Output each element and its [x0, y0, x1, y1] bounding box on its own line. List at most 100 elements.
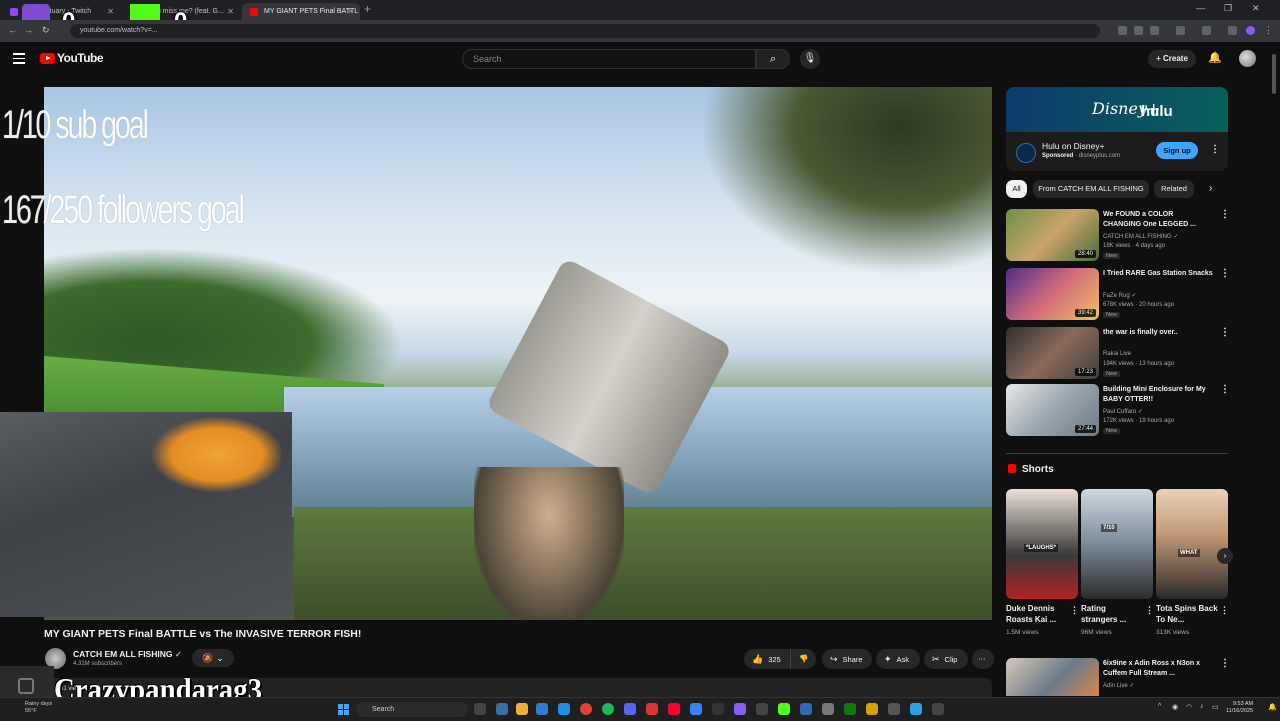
more-vert-icon[interactable]: ⋮: [1220, 268, 1230, 279]
app-icon[interactable]: [712, 703, 724, 715]
reload-icon[interactable]: ↻: [42, 25, 50, 36]
page-scrollbar[interactable]: [1270, 44, 1278, 694]
video-thumbnail[interactable]: 28:40: [1006, 209, 1099, 261]
ad-banner[interactable]: Disney+ hulu: [1006, 87, 1228, 132]
rec-title[interactable]: Building Mini Enclosure for My BABY OTTE…: [1103, 385, 1213, 405]
windows-start-icon[interactable]: [338, 704, 349, 715]
short-item[interactable]: *LAUGHS* Duke Dennis Roasts Kai ... 1.5M…: [1006, 489, 1079, 636]
recommendation-item[interactable]: 28:40 We FOUND a COLOR CHANGING One LEGG…: [1006, 209, 1230, 263]
chip-all[interactable]: All: [1006, 180, 1027, 198]
forward-icon[interactable]: →: [24, 25, 33, 35]
app-icon[interactable]: [932, 703, 944, 715]
sign-up-button[interactable]: Sign up: [1156, 142, 1198, 159]
app-icon[interactable]: [910, 703, 922, 715]
chevron-right-icon[interactable]: ›: [1209, 183, 1212, 194]
side-panel-icon[interactable]: [1202, 26, 1211, 35]
app-icon[interactable]: [888, 703, 900, 715]
rec-channel[interactable]: Rakai Live: [1103, 351, 1131, 357]
app-icon[interactable]: [800, 703, 812, 715]
more-actions-button[interactable]: ⋯: [972, 649, 994, 669]
hamburger-menu-icon[interactable]: [13, 53, 25, 64]
twitch-taskbar-icon[interactable]: [734, 703, 746, 715]
minimize-icon[interactable]: —: [1196, 3, 1205, 13]
xbox-icon[interactable]: [844, 703, 856, 715]
url-field[interactable]: youtube.com/watch?v=...: [70, 24, 1100, 38]
recommendation-item[interactable]: 6ix9ine x Adin Ross x N3on x Cuffem Full…: [1006, 658, 1228, 696]
back-icon[interactable]: ←: [8, 25, 17, 35]
microphone-icon[interactable]: 🎙: [800, 49, 820, 69]
weather-widget[interactable]: Rainy days 55°F: [25, 701, 52, 715]
more-vert-icon[interactable]: ⋮: [1220, 327, 1230, 338]
app-icon[interactable]: [646, 703, 658, 715]
app-icon[interactable]: [822, 703, 834, 715]
more-vert-icon[interactable]: ⋮: [1220, 384, 1230, 395]
search-input[interactable]: Search: [462, 49, 756, 69]
short-thumbnail[interactable]: WHAT: [1156, 489, 1228, 599]
tray-app-icon[interactable]: ◉: [1172, 703, 1178, 711]
discord-icon[interactable]: [624, 703, 636, 715]
more-vert-icon[interactable]: ⋮: [1210, 144, 1220, 155]
file-explorer-icon[interactable]: [516, 703, 528, 715]
rec-channel[interactable]: FaZe Rug ✓: [1103, 292, 1136, 299]
chip-from-channel[interactable]: From CATCH EM ALL FISHING: [1033, 180, 1149, 198]
short-title[interactable]: Rating strangers ...: [1081, 603, 1143, 625]
tiktok-icon[interactable]: [668, 703, 680, 715]
dislike-button[interactable]: 👎: [790, 649, 816, 669]
rec-channel[interactable]: CATCH EM ALL FISHING ✓: [1103, 233, 1178, 240]
taskbar-clock[interactable]: 9:53 AM 11/16/2025: [1226, 701, 1253, 715]
more-vert-icon[interactable]: ⋮: [1220, 658, 1228, 669]
maximize-icon[interactable]: ❐: [1224, 3, 1232, 14]
short-thumbnail[interactable]: *LAUGHS*: [1006, 489, 1078, 599]
browser-tab-active[interactable]: MY GIANT PETS Final BATTL ✕: [242, 3, 360, 20]
kick-taskbar-icon[interactable]: [778, 703, 790, 715]
menu-kebab-icon[interactable]: ⋮: [1264, 25, 1273, 36]
avatar[interactable]: [1239, 50, 1256, 67]
video-thumbnail[interactable]: 27:44: [1006, 384, 1099, 436]
close-icon[interactable]: ✕: [347, 3, 354, 20]
like-button[interactable]: 👍 325: [744, 649, 790, 669]
volume-icon[interactable]: ♪: [1200, 703, 1204, 710]
zoom-icon[interactable]: [1134, 26, 1143, 35]
search-icon[interactable]: ⌕: [756, 49, 790, 69]
chip-related[interactable]: Related: [1154, 180, 1194, 198]
recommendation-item[interactable]: 17:23 the war is finally over.. Rakai Li…: [1006, 327, 1230, 381]
spotify-icon[interactable]: [602, 703, 614, 715]
rec-title[interactable]: 6ix9ine x Adin Ross x N3on x Cuffem Full…: [1103, 659, 1213, 679]
channel-name[interactable]: CATCH EM ALL FISHING ✓: [73, 649, 182, 660]
video-thumbnail[interactable]: [1006, 658, 1099, 696]
profile-icon[interactable]: [1246, 26, 1255, 35]
more-vert-icon[interactable]: ⋮: [1220, 605, 1229, 616]
short-item[interactable]: WHAT Tota Spins Back To Ne... 313K views…: [1156, 489, 1229, 636]
chevron-up-icon[interactable]: ^: [1158, 703, 1161, 710]
short-item[interactable]: 7/10 Rating strangers ... 96M views ⋮: [1081, 489, 1154, 636]
more-vert-icon[interactable]: ⋮: [1220, 209, 1230, 220]
edge-icon[interactable]: [558, 703, 570, 715]
plus-icon[interactable]: +: [364, 2, 371, 16]
extensions-puzzle-icon[interactable]: [1176, 26, 1185, 35]
taskbar-search[interactable]: Search: [356, 702, 468, 717]
rec-title[interactable]: the war is finally over..: [1103, 328, 1213, 338]
chevron-right-icon[interactable]: ›: [1217, 548, 1233, 564]
notifications-bell-icon[interactable]: 🔔: [1208, 51, 1222, 64]
battery-icon[interactable]: ▭: [1212, 703, 1219, 711]
recommendation-item[interactable]: 39:42 I Tried RARE Gas Station Snacks Fa…: [1006, 268, 1230, 322]
chrome-icon[interactable]: [580, 703, 592, 715]
close-window-icon[interactable]: ✕: [1252, 3, 1260, 14]
short-thumbnail[interactable]: 7/10: [1081, 489, 1153, 599]
rec-channel[interactable]: Paul Cuffaro ✓: [1103, 408, 1143, 415]
app-icon[interactable]: [496, 703, 508, 715]
notification-bell-icon[interactable]: 🔔: [1268, 703, 1277, 711]
clip-button[interactable]: ✂ Clip: [924, 649, 968, 669]
app-icon[interactable]: [756, 703, 768, 715]
store-icon[interactable]: [536, 703, 548, 715]
ask-button[interactable]: ✦ Ask: [876, 649, 920, 669]
bookmark-star-icon[interactable]: [1150, 26, 1159, 35]
rec-title[interactable]: We FOUND a COLOR CHANGING One LEGGED ...: [1103, 210, 1213, 230]
close-icon[interactable]: ✕: [227, 3, 234, 20]
task-view-icon[interactable]: [474, 703, 486, 715]
short-title[interactable]: Tota Spins Back To Ne...: [1156, 603, 1218, 625]
create-button[interactable]: + Create: [1148, 50, 1196, 68]
close-icon[interactable]: ✕: [107, 3, 114, 20]
extension-icon[interactable]: [1118, 26, 1127, 35]
wifi-icon[interactable]: ◠: [1186, 703, 1192, 711]
